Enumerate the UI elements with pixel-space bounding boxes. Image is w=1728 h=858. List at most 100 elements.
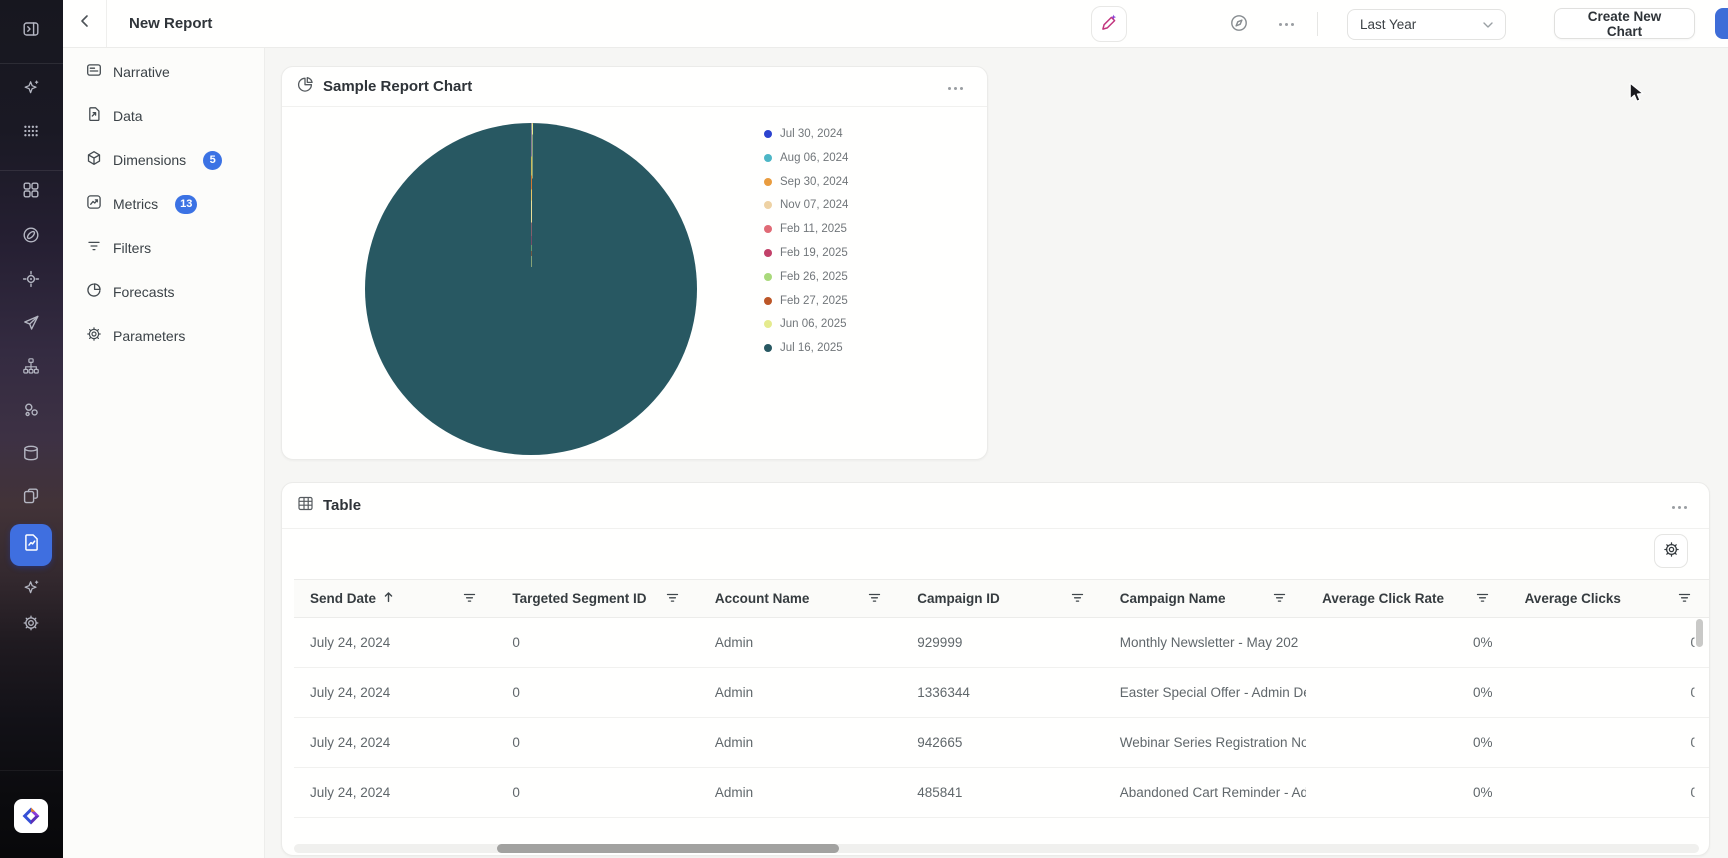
ai-assist-button[interactable] xyxy=(1091,6,1127,42)
hierarchy-icon xyxy=(22,357,40,380)
legend-item[interactable]: Jul 16, 2025 xyxy=(764,341,848,355)
cell-average-click-rate: 0% xyxy=(1306,668,1508,717)
legend-item[interactable]: Feb 27, 2025 xyxy=(764,294,848,308)
database-icon xyxy=(22,444,40,467)
legend-item[interactable]: Jun 06, 2025 xyxy=(764,317,848,331)
rail-divider xyxy=(0,63,63,64)
chevron-down-icon xyxy=(1483,17,1493,32)
app-root: New Report Last Year Create New Chart Sa… xyxy=(0,0,1728,858)
legend-item[interactable]: Sep 30, 2024 xyxy=(764,175,848,189)
rail-apps-button[interactable] xyxy=(11,113,51,153)
table-row[interactable]: July 24, 2024 0 Admin 485841 Abandoned C… xyxy=(294,768,1710,818)
page-title: New Report xyxy=(129,0,212,47)
legend-item[interactable]: Feb 19, 2025 xyxy=(764,246,848,260)
horizontal-scrollbar[interactable] xyxy=(497,844,839,853)
cell-campaign-name: Monthly Newsletter - May 202 xyxy=(1104,618,1306,667)
rail-ai-button[interactable] xyxy=(11,70,51,110)
send-icon xyxy=(22,314,40,337)
cell-average-click-rate: 0% xyxy=(1306,618,1508,667)
filter-icon[interactable] xyxy=(1476,591,1497,606)
filter-icon[interactable] xyxy=(868,591,889,606)
forecast-pie-icon xyxy=(86,282,102,303)
sidebar-item-metrics[interactable]: Metrics 13 xyxy=(75,186,256,222)
cell-campaign-id: 929999 xyxy=(901,618,1103,667)
cell-average-clicks: 0 xyxy=(1509,618,1710,667)
vertical-scrollbar[interactable] xyxy=(1696,619,1703,647)
table-settings-button[interactable] xyxy=(1654,534,1688,568)
rail-sparkle-button[interactable] xyxy=(11,570,51,610)
rail-dashboard-button[interactable] xyxy=(11,172,51,212)
top-bar: New Report Last Year Create New Chart Sa… xyxy=(63,0,1728,48)
filter-icon[interactable] xyxy=(1678,591,1699,606)
left-rail xyxy=(0,0,63,858)
rail-nodes-button[interactable] xyxy=(11,392,51,432)
table-row[interactable]: July 24, 2024 0 Admin 942665 Webinar Ser… xyxy=(294,718,1710,768)
sidebar-item-dimensions[interactable]: Dimensions 5 xyxy=(75,142,256,178)
ellipsis-icon xyxy=(1279,23,1294,26)
narrative-icon xyxy=(86,62,102,83)
app-logo[interactable] xyxy=(14,799,48,833)
filter-icon[interactable] xyxy=(1273,591,1294,606)
rail-hierarchy-button[interactable] xyxy=(11,348,51,388)
rail-settings-button[interactable] xyxy=(11,605,51,645)
filter-icon[interactable] xyxy=(463,591,484,606)
sidebar-item-forecasts[interactable]: Forecasts xyxy=(75,274,256,310)
filter-icon[interactable] xyxy=(1071,591,1092,606)
sidebar-item-narrative[interactable]: Narrative xyxy=(75,54,256,90)
gear-icon xyxy=(22,614,40,637)
column-header-account-name[interactable]: Account Name xyxy=(699,580,901,617)
legend-swatch xyxy=(764,154,772,162)
date-range-select[interactable]: Last Year xyxy=(1347,9,1506,40)
cell-targeted-segment-id: 0 xyxy=(496,768,698,817)
rail-explore-button[interactable] xyxy=(11,217,51,257)
table-row[interactable]: July 24, 2024 0 Admin 929999 Monthly New… xyxy=(294,618,1710,668)
legend-swatch xyxy=(764,178,772,186)
column-header-campaign-id[interactable]: Campaign ID xyxy=(901,580,1103,617)
legend-swatch xyxy=(764,225,772,233)
column-header-send-date[interactable]: Send Date xyxy=(294,580,496,617)
cell-account-name: Admin xyxy=(699,618,901,667)
pie-chart[interactable] xyxy=(365,123,697,455)
rail-locate-button[interactable] xyxy=(11,261,51,301)
legend-item[interactable]: Aug 06, 2024 xyxy=(764,151,848,165)
explore-compass-button[interactable] xyxy=(1223,8,1255,40)
dashboard-icon xyxy=(22,181,40,204)
legend-item[interactable]: Jul 30, 2024 xyxy=(764,127,848,141)
back-button[interactable] xyxy=(63,0,107,47)
column-header-average-clicks[interactable]: Average Clicks xyxy=(1509,580,1710,617)
rail-send-button[interactable] xyxy=(11,305,51,345)
legend-item[interactable]: Feb 11, 2025 xyxy=(764,222,848,236)
column-header-campaign-name[interactable]: Campaign Name xyxy=(1104,580,1306,617)
table-card-menu-button[interactable] xyxy=(1665,493,1693,521)
legend-item[interactable]: Nov 07, 2024 xyxy=(764,198,848,212)
header-more-button[interactable] xyxy=(1270,8,1302,40)
sort-asc-icon xyxy=(383,591,394,606)
table-row[interactable]: July 24, 2024 0 Admin 1336344 Easter Spe… xyxy=(294,668,1710,718)
legend-item[interactable]: Feb 26, 2025 xyxy=(764,270,848,284)
column-header-average-click-rate[interactable]: Average Click Rate xyxy=(1306,580,1508,617)
back-chevron-icon xyxy=(76,12,94,35)
cell-average-clicks: 0 xyxy=(1509,718,1710,767)
create-new-chart-button[interactable]: Create New Chart xyxy=(1554,8,1695,39)
sidebar-toggle-icon xyxy=(22,20,40,43)
cell-account-name: Admin xyxy=(699,768,901,817)
sidebar-item-filters[interactable]: Filters xyxy=(75,230,256,266)
table-card: Table Send Date Targeted Segment ID Acco xyxy=(281,482,1710,856)
chart-card-header: Sample Report Chart xyxy=(282,67,987,107)
sidebar-toggle-button[interactable] xyxy=(11,11,51,51)
chart-card-menu-button[interactable] xyxy=(941,74,969,102)
cube-icon xyxy=(86,150,102,171)
legend-swatch xyxy=(764,130,772,138)
cell-targeted-segment-id: 0 xyxy=(496,618,698,667)
sidebar-item-data[interactable]: Data xyxy=(75,98,256,134)
rail-copy-button[interactable] xyxy=(11,478,51,518)
cell-campaign-id: 942665 xyxy=(901,718,1103,767)
save-button[interactable]: Save xyxy=(1715,8,1728,39)
rail-reports-button-active[interactable] xyxy=(10,524,52,566)
sidebar-item-parameters[interactable]: Parameters xyxy=(75,318,256,354)
filter-icon[interactable] xyxy=(666,591,687,606)
column-header-targeted-segment-id[interactable]: Targeted Segment ID xyxy=(496,580,698,617)
chart-card: Sample Report Chart Jul 30, 2024 Aug 06,… xyxy=(281,66,988,460)
rail-database-button[interactable] xyxy=(11,435,51,475)
chart-legend: Jul 30, 2024 Aug 06, 2024 Sep 30, 2024 N… xyxy=(764,127,848,365)
